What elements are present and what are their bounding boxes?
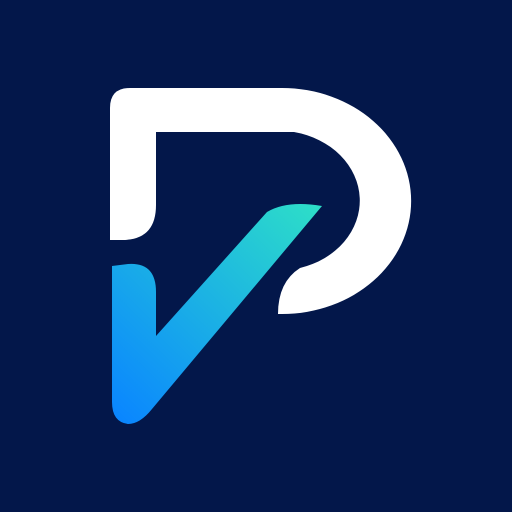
app-logo-icon	[110, 88, 412, 424]
letter-p-shape	[110, 88, 412, 314]
app-icon-tile	[0, 0, 512, 512]
checkmark-shape	[112, 204, 322, 424]
